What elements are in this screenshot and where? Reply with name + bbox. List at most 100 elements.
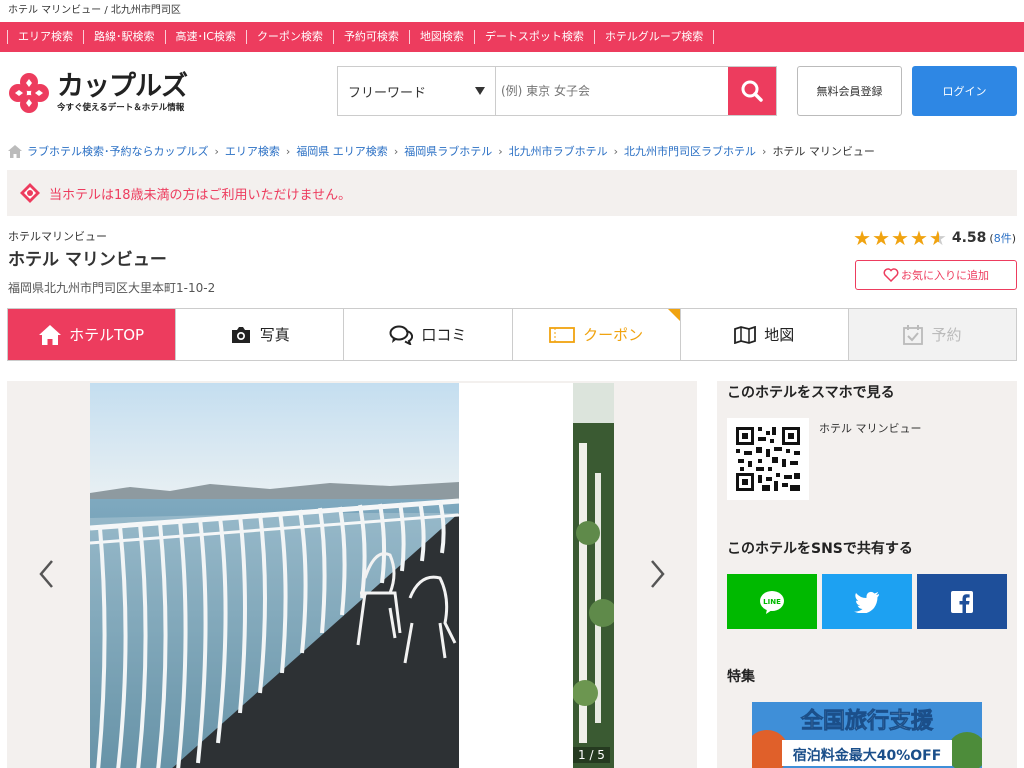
tab-label: 写真: [259, 326, 290, 344]
hotel-photo-balcony[interactable]: [90, 383, 459, 768]
share-facebook-button[interactable]: [917, 574, 1007, 629]
search-type-value: フリーワード: [348, 85, 427, 101]
register-button[interactable]: 無料会員登録: [797, 66, 902, 116]
hotel-name-kana: ホテルマリンビュー: [8, 230, 107, 243]
tab-label: ホテルTOP: [69, 326, 145, 344]
tab-label: クーポン: [583, 326, 644, 344]
svg-text:全国旅行支援: 全国旅行支援: [800, 708, 934, 734]
star-icon: ★: [853, 226, 872, 250]
review-count-link[interactable]: 8件: [994, 232, 1012, 245]
qr-hotel-name: ホテル マリンビュー: [819, 422, 922, 435]
share-buttons: LINE: [727, 574, 1012, 629]
chevron-right-icon: ›: [762, 144, 767, 158]
nav-station-search[interactable]: 路線･駅検索: [83, 30, 165, 44]
nav-area-search[interactable]: エリア検索: [7, 30, 83, 44]
chevron-right-icon: [651, 560, 665, 588]
chevron-right-icon: ›: [285, 144, 291, 158]
calendar-check-icon: [903, 324, 924, 345]
rating-stars: ★ ★ ★ ★ ★: [853, 228, 948, 248]
ticket-icon: [549, 326, 575, 343]
search-type-select[interactable]: フリーワード: [338, 67, 496, 115]
half-star-icon: ★: [928, 226, 947, 250]
add-favorite-button[interactable]: お気に入りに追加: [855, 260, 1017, 290]
breadcrumb-area[interactable]: エリア検索: [225, 143, 280, 159]
chevron-right-icon: ›: [214, 144, 219, 158]
breadcrumb-prefecture[interactable]: 福岡県ラブホテル: [404, 143, 492, 159]
line-icon: LINE: [760, 590, 784, 614]
tab-label: 地図: [764, 326, 795, 344]
svg-text:LINE: LINE: [763, 598, 781, 606]
search-bar: フリーワード: [337, 66, 777, 116]
age-notice: 当ホテルは18歳未満の方はご利用いただけません。: [7, 170, 1017, 216]
age-restriction-icon: [20, 183, 40, 203]
header: カップルズ 今すぐ使えるデート＆ホテル情報 フリーワード 無料会員登録 ログイン: [0, 52, 1024, 132]
breadcrumb-current: ホテル マリンビュー: [772, 145, 875, 158]
photo-gallery: 1 / 5: [7, 381, 697, 768]
svg-text:宿泊料金最大40%OFF: 宿泊料金最大40%OFF: [793, 747, 942, 764]
search-button[interactable]: [728, 67, 776, 115]
tab-reservation: 予約: [848, 309, 1017, 360]
sidebar: このホテルをスマホで見る ホテル マリンビュー このホテルをSNSで共有する L…: [717, 381, 1017, 768]
nav-map-search[interactable]: 地図検索: [408, 30, 474, 44]
feature-title: 特集: [727, 669, 755, 685]
interior-preview-image: [573, 383, 614, 768]
nav-coupon-search[interactable]: クーポン検索: [245, 30, 333, 44]
camera-icon: [230, 326, 252, 344]
twitter-bird-icon: [854, 591, 879, 613]
rating: ★ ★ ★ ★ ★ 4.58 (8件): [853, 228, 1016, 248]
page-topline: ホテル マリンビュー / 北九州市門司区: [8, 5, 181, 16]
tab-reviews[interactable]: 口コミ: [344, 309, 513, 360]
nav-datespot-search[interactable]: デートスポット検索: [473, 30, 594, 44]
facebook-icon: [951, 590, 973, 613]
search-input[interactable]: [496, 67, 728, 115]
tab-map[interactable]: 地図: [681, 309, 849, 360]
clover-logo-icon: [9, 73, 49, 113]
logo-tagline: 今すぐ使えるデート＆ホテル情報: [57, 103, 185, 113]
tab-coupons[interactable]: クーポン: [513, 309, 681, 360]
banner-image: 全国旅行支援 宿泊料金最大40%OFF: [752, 702, 982, 768]
chevron-right-icon: ›: [393, 144, 399, 158]
star-icon: ★: [872, 226, 891, 250]
gallery-gap: [459, 383, 573, 768]
review-count: (8件): [989, 232, 1016, 245]
chevron-left-icon: [39, 560, 53, 588]
prev-photo-button[interactable]: [31, 559, 61, 589]
star-icon: ★: [891, 226, 909, 250]
new-badge-corner: [667, 309, 680, 321]
hotel-photo-next[interactable]: [573, 383, 614, 768]
breadcrumb-top[interactable]: ラブホテル検索･予約ならカップルズ: [27, 143, 209, 159]
breadcrumb: ラブホテル検索･予約ならカップルズ › エリア検索 › 福岡県 エリア検索 › 福岡県…: [0, 132, 1024, 170]
chat-icon: [389, 325, 414, 345]
share-twitter-button[interactable]: [822, 574, 912, 629]
breadcrumb-prefecture-area[interactable]: 福岡県 エリア検索: [296, 143, 388, 159]
share-line-button[interactable]: LINE: [727, 574, 817, 629]
home-icon: [39, 324, 62, 345]
dropdown-arrow-icon: [475, 87, 485, 95]
nav-reservable-search[interactable]: 予約可検索: [332, 30, 409, 44]
tab-label: 口コミ: [421, 326, 467, 344]
qr-code-icon: [736, 427, 800, 491]
photo-counter: 1 / 5: [573, 747, 610, 763]
site-logo[interactable]: カップルズ 今すぐ使えるデート＆ホテル情報: [7, 68, 197, 118]
nav-highway-search[interactable]: 高速･IC検索: [164, 30, 246, 44]
login-button[interactable]: ログイン: [912, 66, 1017, 116]
next-photo-button[interactable]: [643, 559, 673, 589]
nav-hotelgroup-search[interactable]: ホテルグループ検索: [593, 30, 715, 44]
share-title: このホテルをSNSで共有する: [727, 541, 913, 557]
category-nav: エリア検索 路線･駅検索 高速･IC検索 クーポン検索 予約可検索 地図検索 デ…: [0, 22, 1024, 52]
qr-code: [727, 418, 809, 500]
hotel-info: ホテルマリンビュー ホテル マリンビュー 福岡県北九州市門司区大里本町1-10-…: [0, 216, 1024, 308]
breadcrumb-ward[interactable]: 北九州市門司区ラブホテル: [624, 143, 756, 159]
heart-icon: [883, 268, 899, 282]
logo-wordmark: カップルズ: [57, 71, 188, 102]
tab-label: 予約: [931, 326, 962, 344]
search-icon: [741, 80, 763, 102]
star-icon: ★: [909, 226, 928, 250]
hotel-address: 福岡県北九州市門司区大里本町1-10-2: [8, 281, 216, 295]
breadcrumb-city[interactable]: 北九州市ラブホテル: [509, 143, 608, 159]
tab-hotel-top[interactable]: ホテルTOP: [8, 309, 177, 360]
tab-photos[interactable]: 写真: [176, 309, 345, 360]
chevron-right-icon: ›: [613, 144, 619, 158]
hotel-name: ホテル マリンビュー: [8, 250, 167, 270]
travel-support-banner[interactable]: 全国旅行支援 宿泊料金最大40%OFF: [752, 702, 982, 768]
